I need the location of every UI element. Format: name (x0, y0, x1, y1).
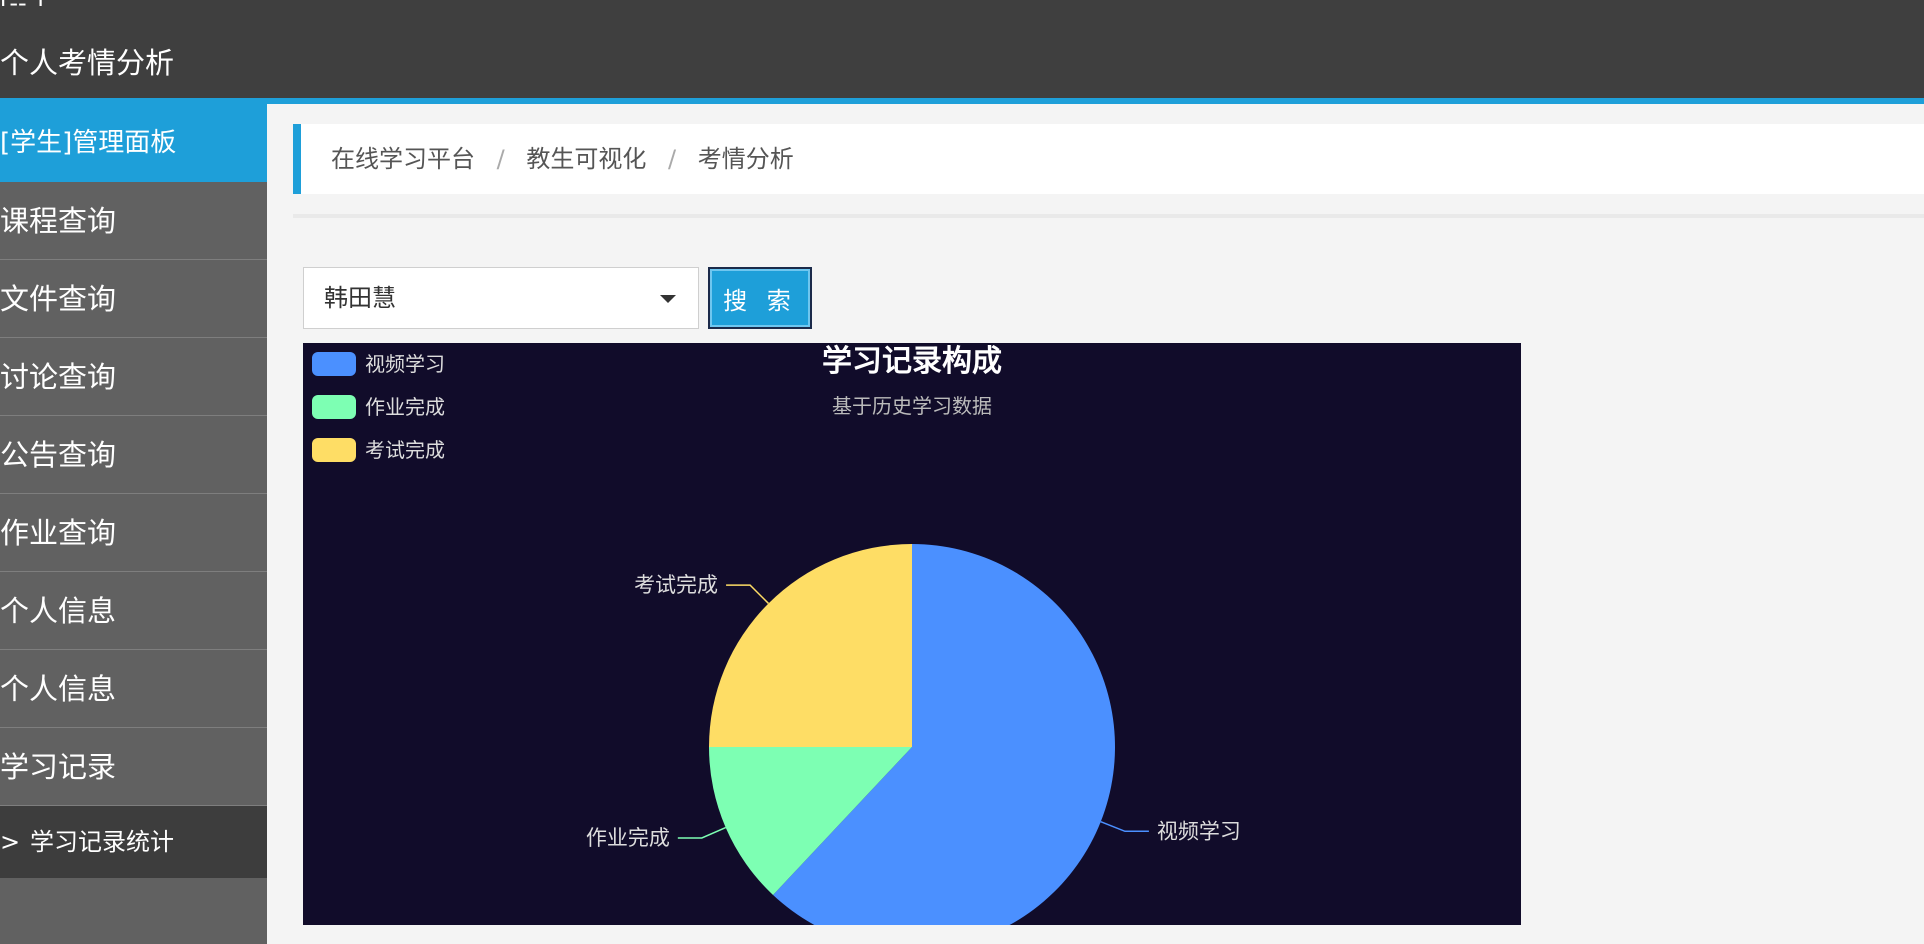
page-title: 个人考情分析 (0, 46, 175, 80)
main-content: 在线学习平台 / 教生可视化 / 考情分析 韩田慧 搜 索 学习记录构成基于历史… (267, 104, 1924, 944)
sidebar-item-course-query[interactable]: 课程查询 (0, 182, 267, 260)
pie-slice-label: 作业完成 (586, 826, 670, 850)
pie-slice (709, 544, 912, 747)
search-button[interactable]: 搜 索 (708, 267, 812, 329)
breadcrumb-item-exam-analysis: 考情分析 (697, 145, 794, 173)
pie-leader-line (1100, 821, 1149, 833)
legend-label: 考试完成 (365, 438, 445, 462)
sidebar-subitem-study-stats[interactable]: > 学习记录统计 (0, 806, 267, 878)
chart-subtitle: 基于历史学习数据 (832, 394, 992, 418)
legend-swatch (312, 352, 356, 376)
top-header: [-- ] 个人考情分析 (0, 0, 1924, 104)
sidebar-item-personal-info-2[interactable]: 个人信息 (0, 650, 267, 728)
pie-slice-label: 视频学习 (1157, 819, 1241, 843)
header-top-stub: [-- ] (0, 0, 44, 6)
legend-label: 视频学习 (365, 352, 445, 376)
breadcrumb-item-visualization[interactable]: 教生可视化 (526, 145, 646, 173)
sidebar: [学生]管理面板 课程查询 文件查询 讨论查询 公告查询 作业查询 个人信息 个… (0, 104, 267, 944)
breadcrumb-item-platform[interactable]: 在线学习平台 (331, 145, 475, 173)
chevron-down-icon (660, 295, 676, 303)
pie-chart-svg: 学习记录构成基于历史学习数据视频学习作业完成考试完成视频学习作业完成考试完成 (312, 344, 1241, 925)
sidebar-item-announcement-query[interactable]: 公告查询 (0, 416, 267, 494)
sidebar-item-personal-info[interactable]: 个人信息 (0, 572, 267, 650)
pie-slice-label: 考试完成 (634, 573, 718, 597)
student-select-value: 韩田慧 (324, 284, 396, 312)
sidebar-item-discussion-query[interactable]: 讨论查询 (0, 338, 267, 416)
legend-label: 作业完成 (365, 395, 445, 419)
chart-title: 学习记录构成 (822, 344, 1002, 379)
breadcrumb-separator: / (668, 145, 677, 173)
sidebar-subitem-label: 学习记录统计 (30, 828, 174, 856)
sidebar-item-file-query[interactable]: 文件查询 (0, 260, 267, 338)
sidebar-item-study-record[interactable]: 学习记录 (0, 728, 267, 806)
chevron-right-icon: > (0, 828, 21, 856)
breadcrumb: 在线学习平台 / 教生可视化 / 考情分析 (293, 124, 1924, 194)
breadcrumb-separator: / (496, 145, 505, 173)
pie-leader-line (726, 584, 769, 604)
sidebar-panel-title[interactable]: [学生]管理面板 (0, 104, 267, 182)
legend-swatch (312, 438, 356, 462)
pie-chart: 学习记录构成 基于历史学习数据 视频学习 作业完成 考试完成 视频学习 作业完成 考试完成 (303, 343, 1521, 925)
divider (293, 214, 1924, 218)
legend-swatch (312, 395, 356, 419)
sidebar-item-homework-query[interactable]: 作业查询 (0, 494, 267, 572)
pie-leader-line (677, 826, 726, 839)
student-select[interactable]: 韩田慧 (303, 267, 699, 329)
